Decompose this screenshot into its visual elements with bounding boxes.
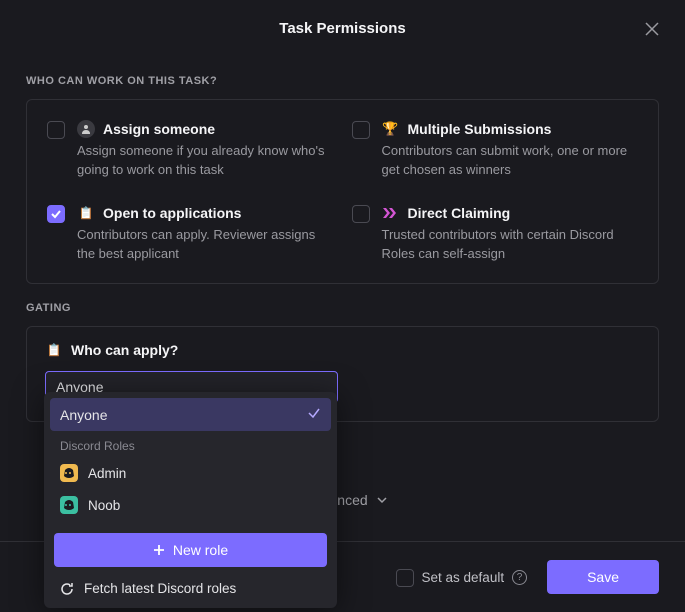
who-can-apply-dropdown: Anyone Discord Roles Admin Noob New role… [44, 392, 337, 608]
advanced-label-partial: nced [337, 492, 367, 508]
dropdown-item-label: Anyone [60, 407, 107, 423]
clipboard-icon: 📋 [77, 204, 95, 222]
work-section-label: WHO CAN WORK ON THIS TASK? [26, 75, 659, 87]
option-title: Direct Claiming [408, 205, 511, 221]
close-button[interactable] [643, 20, 661, 38]
dropdown-role-noob[interactable]: Noob [50, 489, 331, 521]
clipboard-icon: 📋 [45, 341, 63, 359]
option-title: Open to applications [103, 205, 241, 221]
checkbox-default[interactable] [396, 569, 414, 587]
dropdown-group-label: Discord Roles [50, 431, 331, 457]
fetch-roles-label: Fetch latest Discord roles [84, 581, 236, 596]
checkbox-assign[interactable] [47, 121, 65, 139]
save-button[interactable]: Save [547, 560, 659, 594]
new-role-button[interactable]: New role [54, 533, 327, 567]
person-icon [77, 120, 95, 138]
role-label: Noob [88, 498, 120, 513]
gating-title: Who can apply? [71, 342, 178, 358]
plus-icon [153, 544, 165, 556]
checkbox-direct[interactable] [352, 205, 370, 223]
work-options: Assign someone Assign someone if you alr… [26, 99, 659, 284]
help-icon[interactable]: ? [512, 570, 527, 585]
option-open-applications[interactable]: 📋 Open to applications Contributors can … [47, 204, 334, 264]
fetch-roles-button[interactable]: Fetch latest Discord roles [50, 575, 331, 602]
option-title: Multiple Submissions [408, 121, 552, 137]
checkbox-open[interactable] [47, 205, 65, 223]
option-direct-claiming[interactable]: Direct Claiming Trusted contributors wit… [352, 204, 639, 264]
refresh-icon [60, 582, 74, 596]
check-icon [307, 406, 321, 423]
dropdown-role-admin[interactable]: Admin [50, 457, 331, 489]
trophy-icon: 🏆 [382, 120, 400, 138]
option-desc: Contributors can apply. Reviewer assigns… [77, 226, 334, 264]
option-title: Assign someone [103, 121, 215, 137]
check-icon [50, 208, 62, 220]
close-icon [643, 20, 661, 38]
discord-icon [60, 464, 78, 482]
discord-icon [60, 496, 78, 514]
checkbox-multiple[interactable] [352, 121, 370, 139]
modal-title: Task Permissions [279, 20, 405, 37]
chevrons-icon [382, 204, 400, 222]
dropdown-item-anyone[interactable]: Anyone [50, 398, 331, 431]
new-role-label: New role [173, 542, 228, 558]
role-label: Admin [88, 466, 126, 481]
option-multiple-submissions[interactable]: 🏆 Multiple Submissions Contributors can … [352, 120, 639, 180]
chevron-down-icon [376, 494, 388, 506]
gating-section-label: GATING [26, 302, 659, 314]
option-desc: Contributors can submit work, one or mor… [382, 142, 639, 180]
option-desc: Assign someone if you already know who's… [77, 142, 334, 180]
modal-header: Task Permissions [0, 0, 685, 57]
set-as-default[interactable]: Set as default ? [396, 568, 528, 587]
option-assign-someone[interactable]: Assign someone Assign someone if you alr… [47, 120, 334, 180]
option-desc: Trusted contributors with certain Discor… [382, 226, 639, 264]
default-label: Set as default [422, 570, 505, 585]
